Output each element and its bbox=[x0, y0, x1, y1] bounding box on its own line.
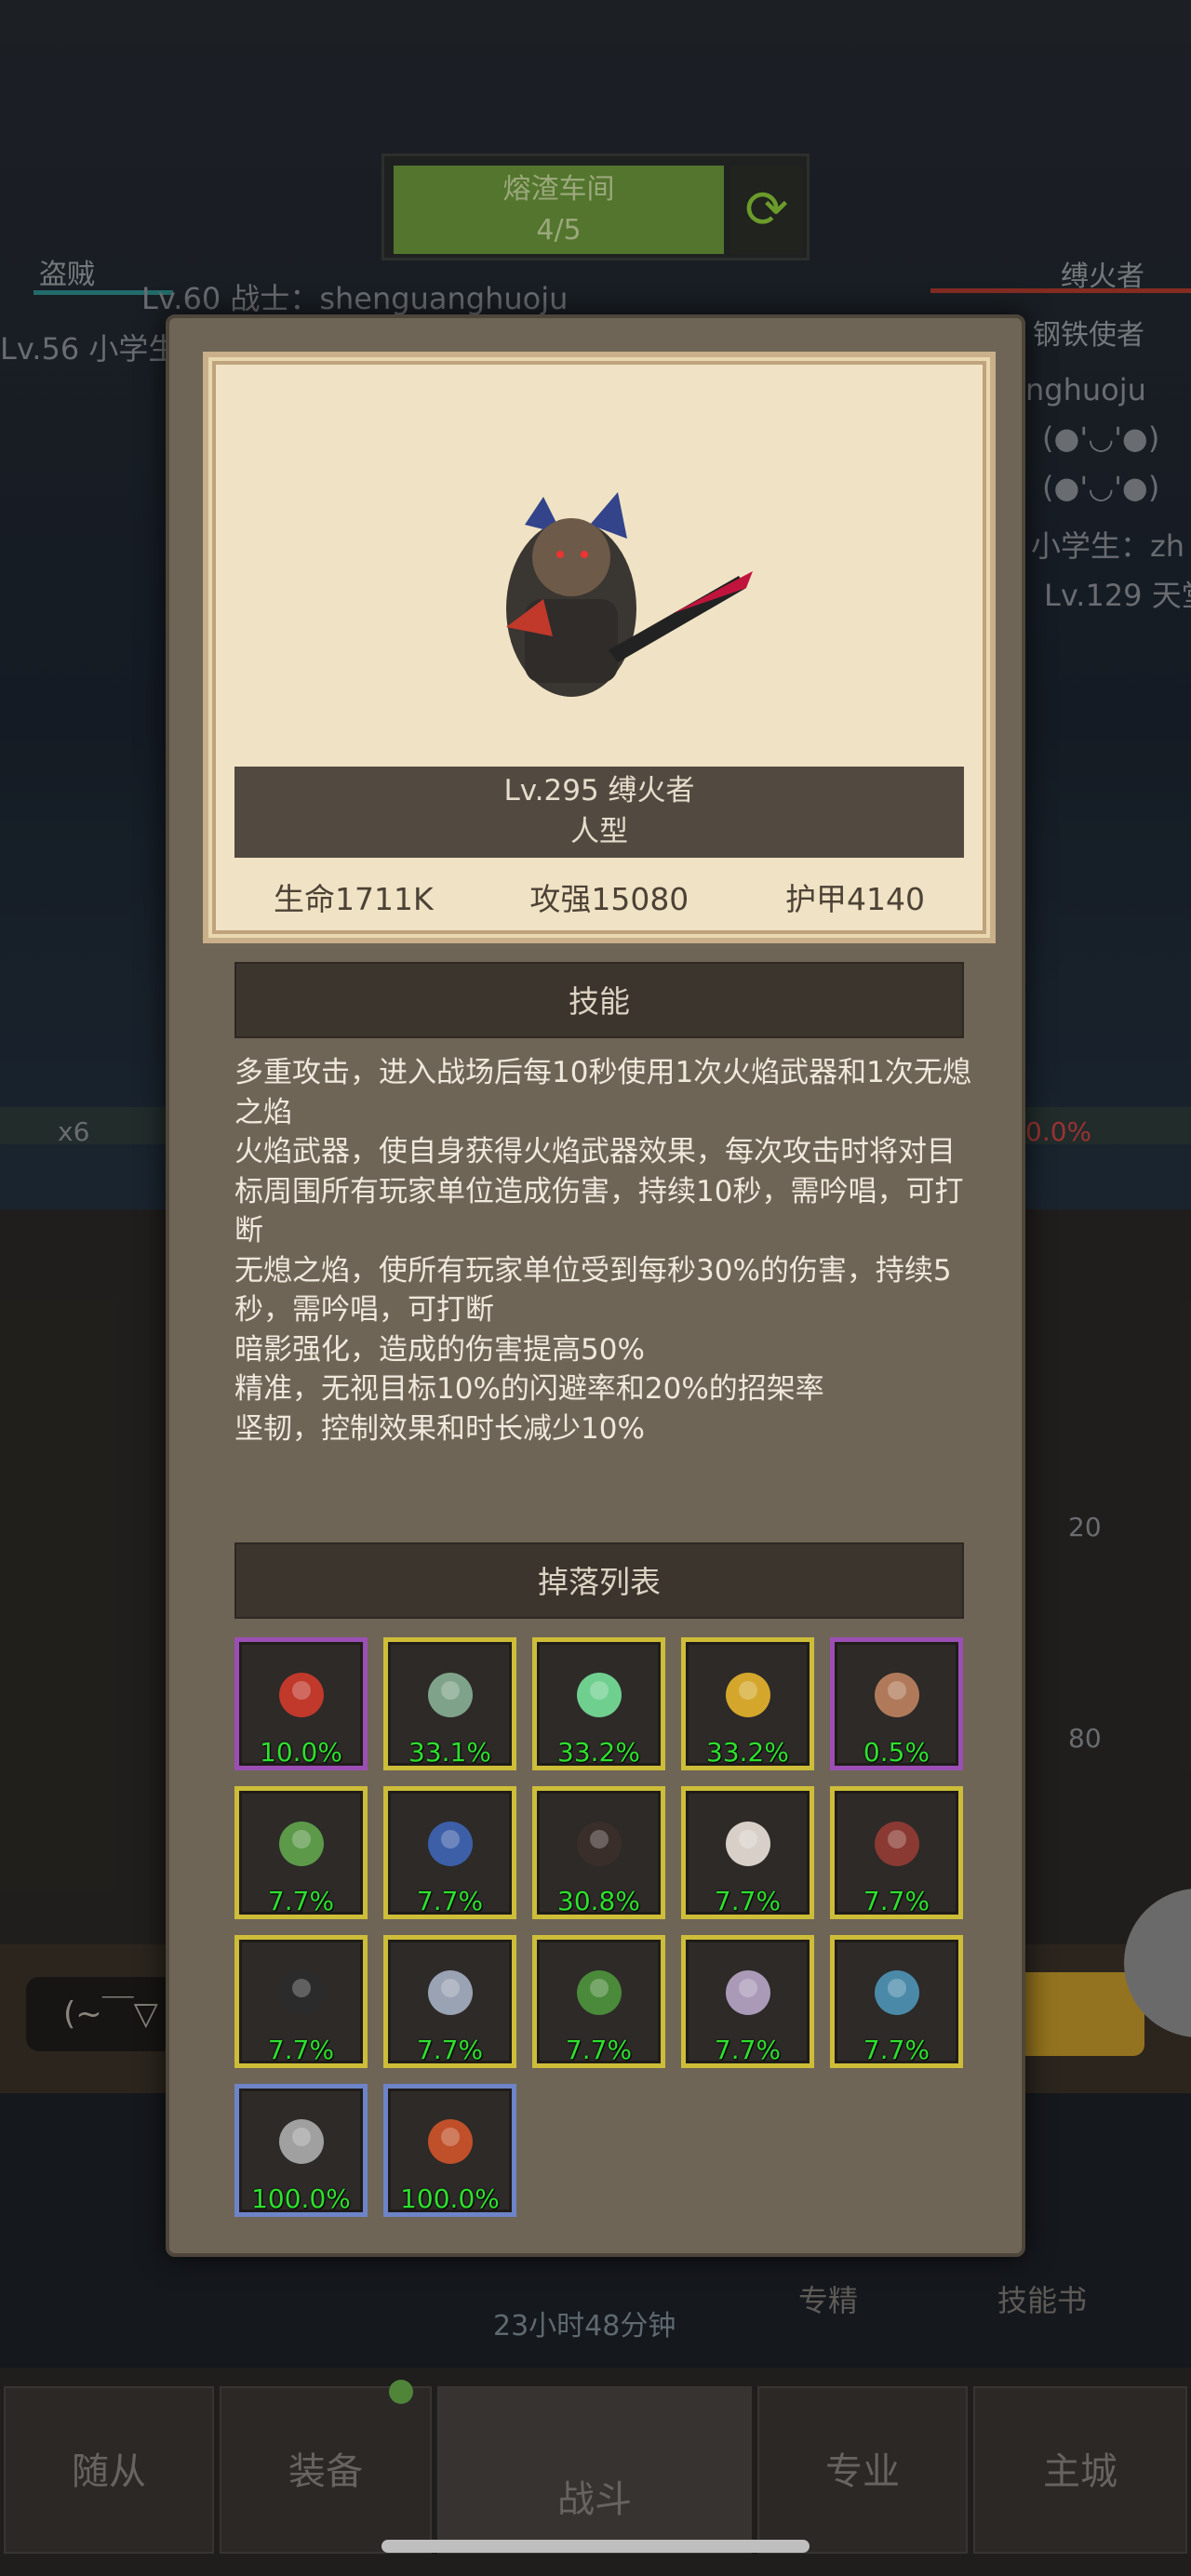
ring-icon bbox=[269, 1662, 334, 1728]
skill-item: 精准，无视目标10%的闪避率和20%的招架率 bbox=[234, 1372, 824, 1406]
blue-hood-icon bbox=[418, 1811, 483, 1876]
hood-eyes-icon bbox=[269, 1960, 334, 2025]
drop-chance: 33.2% bbox=[706, 1737, 789, 1768]
drop-chance: 7.7% bbox=[267, 2035, 335, 2065]
boss-stats: 生命1711K 攻强15080 护甲4140 bbox=[234, 869, 964, 925]
iron-helm-icon bbox=[269, 2109, 334, 2174]
king-head-icon bbox=[716, 1960, 781, 2025]
drop-item[interactable]: 100.0% bbox=[234, 2084, 368, 2217]
drop-item[interactable]: 30.8% bbox=[532, 1786, 665, 1919]
drop-chance: 10.0% bbox=[260, 1737, 342, 1768]
drop-item[interactable]: 7.7% bbox=[830, 1935, 963, 2068]
drop-item[interactable]: 100.0% bbox=[383, 2084, 516, 2217]
boss-portrait-icon bbox=[506, 492, 753, 697]
masked-head-icon bbox=[567, 1811, 632, 1876]
drops-header: 掉落列表 bbox=[234, 1542, 964, 1619]
boss-info-modal: Lv.295 缚火者 人型 生命1711K 攻强15080 护甲4140 技能 … bbox=[166, 314, 1025, 2257]
drop-chance: 7.7% bbox=[714, 2035, 782, 2065]
drop-chance: 0.5% bbox=[863, 1737, 930, 1768]
boss-armor: 护甲4140 bbox=[785, 881, 925, 917]
drop-item[interactable]: 7.7% bbox=[681, 1935, 814, 2068]
drop-chance: 7.7% bbox=[863, 1886, 930, 1916]
drop-chance: 100.0% bbox=[251, 2183, 351, 2214]
drop-chance: 7.7% bbox=[416, 2035, 484, 2065]
drop-item[interactable]: 33.1% bbox=[383, 1637, 516, 1770]
skill-item: 暗影强化，造成的伤害提高50% bbox=[234, 1332, 645, 1367]
skill-item: 火焰武器，使自身获得火焰武器效果，每次攻击时将对目标周围所有玩家单位造成伤害，持… bbox=[234, 1135, 964, 1248]
drop-chance: 100.0% bbox=[400, 2183, 500, 2214]
white-mask-icon bbox=[716, 1811, 781, 1876]
drop-item[interactable]: 7.7% bbox=[383, 1786, 516, 1919]
drop-chance: 30.8% bbox=[557, 1886, 640, 1916]
skill-item: 坚韧，控制效果和时长减少10% bbox=[234, 1411, 645, 1446]
drop-item[interactable]: 7.7% bbox=[234, 1786, 368, 1919]
green-helm-icon bbox=[269, 1811, 334, 1876]
sword-icon bbox=[567, 1662, 632, 1728]
boss-hp: 生命1711K bbox=[274, 881, 434, 917]
skill-item: 多重攻击，进入战场后每10秒使用1次火焰武器和1次无熄之焰 bbox=[234, 1056, 971, 1129]
drop-item[interactable]: 7.7% bbox=[681, 1786, 814, 1919]
dwarf-portrait-icon bbox=[864, 1662, 930, 1728]
demon-head-icon bbox=[567, 1960, 632, 2025]
boss-card: Lv.295 缚火者 人型 生命1711K 攻强15080 护甲4140 bbox=[203, 352, 996, 943]
ember-ore-icon bbox=[418, 2109, 483, 2174]
dagger-icon bbox=[716, 1662, 781, 1728]
drop-chance: 7.7% bbox=[267, 1886, 335, 1916]
horned-mask-icon bbox=[864, 1811, 930, 1876]
lich-head-icon bbox=[864, 1960, 930, 2025]
drop-item[interactable]: 7.7% bbox=[383, 1935, 516, 2068]
boss-type: 人型 bbox=[570, 815, 628, 848]
drop-item[interactable]: 7.7% bbox=[234, 1935, 368, 2068]
drop-chance: 7.7% bbox=[565, 2035, 633, 2065]
drop-item[interactable]: 7.7% bbox=[830, 1786, 963, 1919]
drop-chance: 7.7% bbox=[714, 1886, 782, 1916]
steel-helm-icon bbox=[418, 1960, 483, 2025]
drop-chance: 33.2% bbox=[557, 1737, 640, 1768]
skill-item: 无熄之焰，使所有玩家单位受到每秒30%的伤害，持续5秒，需吟唱，可打断 bbox=[234, 1253, 952, 1328]
skills-list: 多重攻击，进入战场后每10秒使用1次火焰武器和1次无熄之焰 火焰武器，使自身获得… bbox=[234, 1053, 979, 1448]
drop-item[interactable]: 0.5% bbox=[830, 1637, 963, 1770]
drop-item[interactable]: 10.0% bbox=[234, 1637, 368, 1770]
boss-attack: 攻强15080 bbox=[529, 881, 689, 917]
drop-item[interactable]: 33.2% bbox=[681, 1637, 814, 1770]
skills-header: 技能 bbox=[234, 962, 964, 1038]
drop-chance: 7.7% bbox=[863, 2035, 930, 2065]
drop-chance: 7.7% bbox=[416, 1886, 484, 1916]
drop-item[interactable]: 7.7% bbox=[532, 1935, 665, 2068]
helmet-icon bbox=[418, 1662, 483, 1728]
boss-name-bar: Lv.295 缚火者 人型 bbox=[234, 767, 964, 858]
game-screen: { "background": { "banner_title": "熔渣车间"… bbox=[0, 0, 1191, 2576]
boss-level-name: Lv.295 缚火者 bbox=[503, 774, 695, 808]
drop-item[interactable]: 33.2% bbox=[532, 1637, 665, 1770]
drop-chance: 33.1% bbox=[408, 1737, 491, 1768]
